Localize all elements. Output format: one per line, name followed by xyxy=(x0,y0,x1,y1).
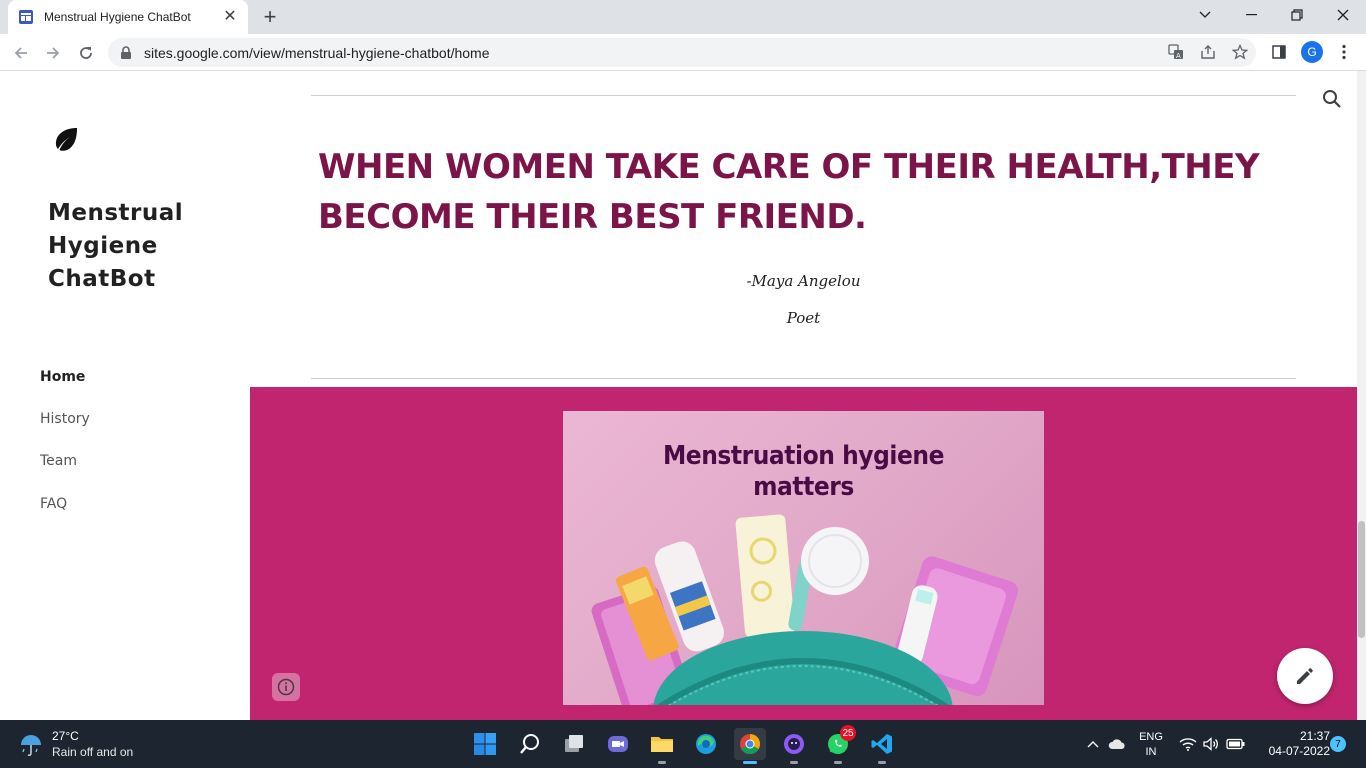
file-explorer-button[interactable] xyxy=(646,728,678,764)
task-view-icon xyxy=(565,735,583,752)
new-tab-button[interactable]: + xyxy=(258,5,282,29)
nav-faq[interactable]: FAQ xyxy=(40,496,67,512)
reload-button[interactable] xyxy=(73,40,99,66)
back-arrow-icon xyxy=(14,47,27,59)
translate-icon[interactable]: A xyxy=(1165,41,1187,63)
clock-time: 21:37 xyxy=(1299,729,1330,743)
side-panel-icon[interactable] xyxy=(1268,41,1290,63)
site-title[interactable]: Menstrual Hygiene ChatBot xyxy=(48,197,228,296)
hero-image: Menstruation hygiene matters xyxy=(563,411,1044,705)
vscode-button[interactable] xyxy=(866,728,898,764)
chrome-icon xyxy=(740,734,761,755)
quote-heading: WHEN WOMEN TAKE CARE OF THEIR HEALTH,THE… xyxy=(318,147,1260,237)
nav-team[interactable]: Team xyxy=(40,453,77,469)
forward-arrow-icon xyxy=(47,47,60,59)
share-icon[interactable] xyxy=(1197,41,1219,63)
scrollbar-thumb[interactable] xyxy=(1358,521,1365,638)
chrome-indicator xyxy=(743,761,757,764)
teams-chat-icon xyxy=(608,736,628,752)
tab-search-icon[interactable] xyxy=(1182,0,1228,30)
site-search-icon[interactable] xyxy=(1320,87,1344,111)
edit-button[interactable] xyxy=(1277,648,1333,704)
edge-button[interactable] xyxy=(690,728,722,760)
profile-avatar[interactable]: G xyxy=(1301,41,1323,63)
file-explorer-indicator xyxy=(658,761,666,764)
clock-date: 04-07-2022 xyxy=(1268,744,1330,758)
windows-logo-icon xyxy=(474,733,496,755)
nav-home[interactable]: Home xyxy=(40,369,85,385)
wifi-icon[interactable] xyxy=(1178,734,1198,754)
chrome-button[interactable] xyxy=(734,728,766,764)
info-button[interactable] xyxy=(272,673,300,701)
teams-chat-button[interactable] xyxy=(602,728,634,760)
back-button[interactable] xyxy=(8,40,34,66)
show-hidden-icons-chevron-icon[interactable] xyxy=(1083,734,1103,754)
leaf-logo-icon[interactable] xyxy=(52,125,80,153)
start-button[interactable] xyxy=(469,728,501,760)
notification-count-badge[interactable]: 7 xyxy=(1330,736,1346,752)
info-icon xyxy=(277,678,295,696)
weather-umbrella-icon[interactable] xyxy=(18,732,44,758)
whatsapp-button[interactable]: 25 xyxy=(822,725,856,764)
battery-icon[interactable] xyxy=(1226,734,1246,754)
site-sidebar: Menstrual Hygiene ChatBot Home History T… xyxy=(0,71,250,720)
hygiene-products-illustration xyxy=(591,514,1019,705)
volume-icon[interactable] xyxy=(1201,734,1221,754)
github-indicator xyxy=(790,761,798,764)
reload-icon xyxy=(80,47,92,59)
site-page: Menstrual Hygiene ChatBot Home History T… xyxy=(0,71,1357,720)
hero-band: Menstruation hygiene matters xyxy=(250,387,1357,720)
close-tab-icon[interactable]: ✕ xyxy=(222,9,238,25)
system-clock[interactable]: 21:37 04-07-2022 xyxy=(1254,729,1330,759)
nav-history[interactable]: History xyxy=(40,411,90,427)
close-window-button[interactable] xyxy=(1320,0,1366,30)
onedrive-cloud-icon[interactable] xyxy=(1107,734,1127,754)
windows-taskbar: 27°C Rain off and on 25 ENG IN 21:37 04-… xyxy=(0,720,1366,768)
input-language-indicator[interactable]: ENG IN xyxy=(1136,730,1166,760)
minimize-button[interactable] xyxy=(1228,0,1274,30)
svg-text:A: A xyxy=(1176,52,1181,60)
vscode-icon xyxy=(871,734,892,754)
page-scrollbar[interactable] xyxy=(1357,71,1366,720)
browser-tab[interactable]: Menstrual Hygiene ChatBot ✕ xyxy=(8,0,248,34)
vscode-indicator xyxy=(878,761,886,764)
task-view-button[interactable] xyxy=(558,728,590,760)
tab-strip: Menstrual Hygiene ChatBot ✕ + xyxy=(0,0,1366,34)
edge-browser-icon xyxy=(696,734,716,754)
bookmark-star-icon[interactable] xyxy=(1229,41,1251,63)
google-sites-icon xyxy=(19,10,33,24)
folder-icon xyxy=(651,737,673,752)
search-icon xyxy=(520,734,539,754)
github-desktop-button[interactable] xyxy=(778,728,810,764)
github-icon xyxy=(784,734,804,754)
top-divider xyxy=(311,95,1296,96)
language-code: ENG xyxy=(1139,731,1163,743)
tab-title: Menstrual Hygiene ChatBot xyxy=(44,10,191,24)
weather-description[interactable]: Rain off and on xyxy=(52,745,133,759)
bottom-divider xyxy=(311,378,1296,379)
whatsapp-unread-badge: 25 xyxy=(840,725,856,741)
weather-temperature[interactable]: 27°C xyxy=(52,729,79,743)
pencil-icon xyxy=(1297,668,1313,684)
quote-author-role: Poet xyxy=(786,309,821,327)
taskbar-search-button[interactable] xyxy=(514,728,546,760)
address-bar[interactable]: sites.google.com/view/menstrual-hygiene-… xyxy=(108,38,1256,67)
restore-button[interactable] xyxy=(1274,0,1320,30)
browser-toolbar: sites.google.com/view/menstrual-hygiene-… xyxy=(0,34,1366,71)
language-region: IN xyxy=(1145,746,1157,758)
url-text: sites.google.com/view/menstrual-hygiene-… xyxy=(144,44,490,61)
forward-button[interactable] xyxy=(40,40,66,66)
whatsapp-indicator xyxy=(834,761,842,764)
lock-icon xyxy=(121,45,131,59)
browser-menu-icon[interactable] xyxy=(1333,41,1355,63)
quote-author: -Maya Angelou xyxy=(746,272,861,290)
